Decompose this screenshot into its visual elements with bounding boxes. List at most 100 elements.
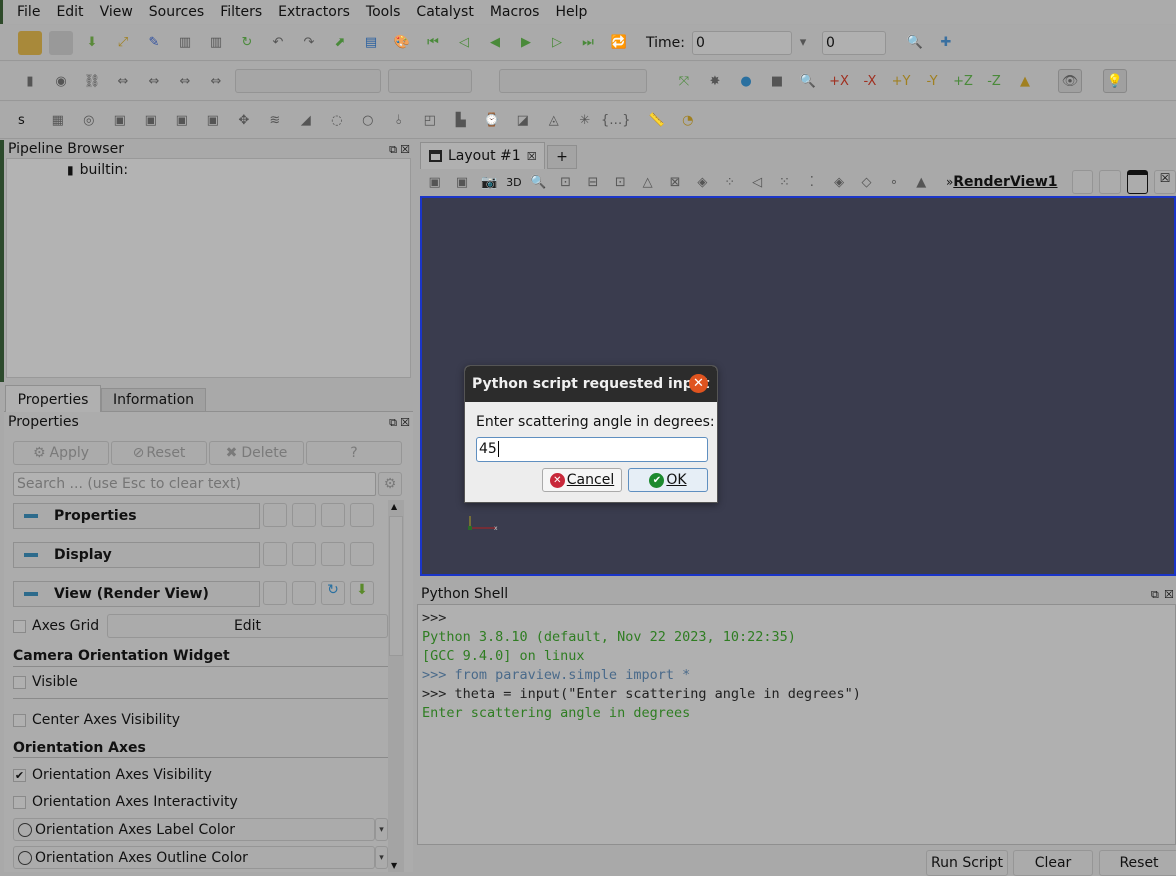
add-layout-tab-button[interactable]: + — [547, 145, 577, 169]
paste-icon[interactable] — [292, 503, 316, 527]
representation-select[interactable] — [499, 69, 647, 93]
axes-grid-edit-button[interactable]: Edit — [107, 614, 388, 638]
camera-add-icon[interactable]: ✚ — [934, 31, 958, 55]
view-minus-z-icon[interactable]: -Z — [982, 69, 1006, 93]
camera-capture-icon[interactable]: 🔍 — [903, 31, 927, 55]
zoom-selection-icon[interactable]: 🔍 — [796, 69, 820, 93]
hover-cells-icon[interactable]: ◁ — [746, 170, 767, 194]
float-icon[interactable]: ⧉ — [389, 416, 397, 430]
close-icon[interactable]: ☒ — [400, 143, 410, 156]
scroll-down-icon[interactable]: ▼ — [391, 861, 397, 870]
view-plus-y-icon[interactable]: +Y — [889, 69, 913, 93]
find-data-icon[interactable]: ⬈ — [328, 31, 352, 55]
server-disconnect-icon[interactable]: ▥ — [204, 31, 228, 55]
zoom-closest-icon[interactable]: ✸ — [703, 69, 727, 93]
zoom-box-icon[interactable]: ■ — [765, 69, 789, 93]
next-frame-icon[interactable]: ▷ — [545, 31, 569, 55]
menu-catalyst[interactable]: Catalyst — [416, 4, 473, 20]
view-name-label[interactable]: RenderView1 — [953, 174, 1057, 190]
slice-icon[interactable]: ▣ — [139, 108, 163, 132]
tab-properties[interactable]: Properties — [5, 385, 101, 413]
oa-label-color-button[interactable]: Orientation Axes Label Color — [13, 818, 375, 841]
group-icon[interactable]: ◌ — [325, 108, 349, 132]
disconnect-icon[interactable]: ✎ — [142, 31, 166, 55]
section-view[interactable]: View (Render View) — [13, 581, 260, 607]
clear-selection-icon[interactable]: ◈ — [829, 170, 850, 194]
play-icon[interactable]: ▶ — [514, 31, 538, 55]
visible-checkbox[interactable]: Visible — [13, 674, 78, 690]
apply-button[interactable]: ⚙ Apply — [13, 441, 109, 465]
section-display[interactable]: Display — [13, 542, 260, 568]
menu-filters[interactable]: Filters — [220, 4, 262, 20]
close-icon[interactable]: ☒ — [1164, 588, 1174, 601]
menu-edit[interactable]: Edit — [56, 4, 83, 20]
dialog-close-icon[interactable]: ✕ — [689, 374, 708, 393]
shrink-selection-icon[interactable]: ⁚ — [801, 170, 822, 194]
light-kit-icon[interactable]: 💡 — [1103, 69, 1127, 93]
capture-icon[interactable]: ▣ — [424, 170, 445, 194]
dialog-input[interactable]: 45 — [476, 437, 708, 462]
select-frustum-icon[interactable]: ⊡ — [610, 170, 631, 194]
copy-icon[interactable] — [263, 581, 287, 605]
clear-button[interactable]: Clear — [1013, 850, 1093, 876]
reset-button[interactable]: ⊘ Reset — [111, 441, 207, 465]
run-script-button[interactable]: Run Script — [926, 850, 1008, 876]
rescale-custom-icon[interactable]: ⇔ — [142, 69, 166, 93]
probe-icon[interactable]: ⫰ — [387, 108, 411, 132]
rescale-icon[interactable]: ⇔ — [111, 69, 135, 93]
center-axes-checkbox[interactable]: Center Axes Visibility — [13, 712, 180, 728]
annotate-time-icon[interactable]: ✳ — [573, 108, 597, 132]
menu-view[interactable]: View — [100, 4, 133, 20]
oa-visibility-checkbox[interactable]: ✔ Orientation Axes Visibility — [13, 767, 212, 783]
glyph-icon[interactable]: ✥ — [232, 108, 256, 132]
menu-extractors[interactable]: Extractors — [278, 4, 350, 20]
open-icon[interactable] — [18, 30, 42, 55]
previous-frame-icon[interactable]: ◁ — [452, 31, 476, 55]
split-horizontal-icon[interactable] — [1071, 170, 1094, 194]
ruler-select-icon[interactable]: ▲ — [911, 170, 932, 194]
component-select[interactable] — [388, 69, 472, 93]
oa-interactivity-checkbox[interactable]: Orientation Axes Interactivity — [13, 794, 238, 810]
help-button[interactable]: ? — [306, 441, 402, 465]
save-state-icon[interactable] — [49, 30, 73, 55]
time-dropdown-icon[interactable]: ▾ — [791, 31, 815, 55]
calculator-icon[interactable]: ▦ — [46, 108, 70, 132]
color-by-select[interactable] — [235, 69, 381, 93]
threshold-icon[interactable]: ▣ — [170, 108, 194, 132]
orientation-axes-toggle-icon[interactable]: 👁 — [1058, 69, 1082, 93]
reset-shell-button[interactable]: Reset — [1099, 850, 1176, 876]
timestep-spinbox[interactable]: 0 — [821, 30, 886, 55]
interactive-select-icon[interactable]: ◈ — [692, 170, 713, 194]
isometric-view-icon[interactable]: ▲ — [1013, 69, 1037, 93]
tab-layout-1[interactable]: Layout #1 ☒ — [420, 142, 545, 169]
reset-camera-icon[interactable]: ⤧ — [672, 69, 696, 93]
plot-over-line-icon[interactable]: ◰ — [418, 108, 442, 132]
python-script-icon[interactable]: {…} — [601, 108, 631, 132]
pipeline-item-builtin[interactable]: ▮ builtin: — [7, 159, 410, 178]
restore-defaults-icon[interactable]: ↻ — [321, 581, 345, 605]
histogram-icon[interactable]: ▙ — [449, 108, 473, 132]
axes-grid-checkbox[interactable]: Axes Grid — [13, 618, 99, 634]
copy-icon[interactable] — [263, 503, 287, 527]
float-icon[interactable]: ⧉ — [389, 143, 397, 157]
server-icon[interactable]: ▥ — [173, 31, 197, 55]
view-minus-y-icon[interactable]: -Y — [920, 69, 944, 93]
scroll-up-icon[interactable]: ▲ — [391, 502, 397, 511]
extract-level-icon[interactable]: ○ — [356, 108, 380, 132]
menu-macros[interactable]: Macros — [490, 4, 540, 20]
reload-icon[interactable]: ↻ — [235, 31, 259, 55]
plot-over-time-icon[interactable]: ⌚ — [480, 108, 504, 132]
tab-information[interactable]: Information — [101, 388, 206, 412]
cancel-button[interactable]: ✕ Cancel — [542, 468, 622, 492]
zoom-data-icon[interactable]: ● — [734, 69, 758, 93]
loop-icon[interactable]: 🔁 — [607, 31, 631, 55]
chevron-down-icon[interactable]: ▾ — [375, 818, 388, 841]
contour-icon[interactable]: ◎ — [77, 108, 101, 132]
color-map-icon[interactable]: ▤ — [359, 31, 383, 55]
delete-button[interactable]: ✖ Delete — [209, 441, 304, 465]
grow-selection-icon[interactable]: ⁙ — [774, 170, 795, 194]
edit-selection-icon[interactable]: ◇ — [856, 170, 877, 194]
hover-points-icon[interactable]: ⁘ — [719, 170, 740, 194]
pick-icon[interactable]: ∘ — [883, 170, 904, 194]
split-vertical-icon[interactable] — [1099, 170, 1121, 194]
